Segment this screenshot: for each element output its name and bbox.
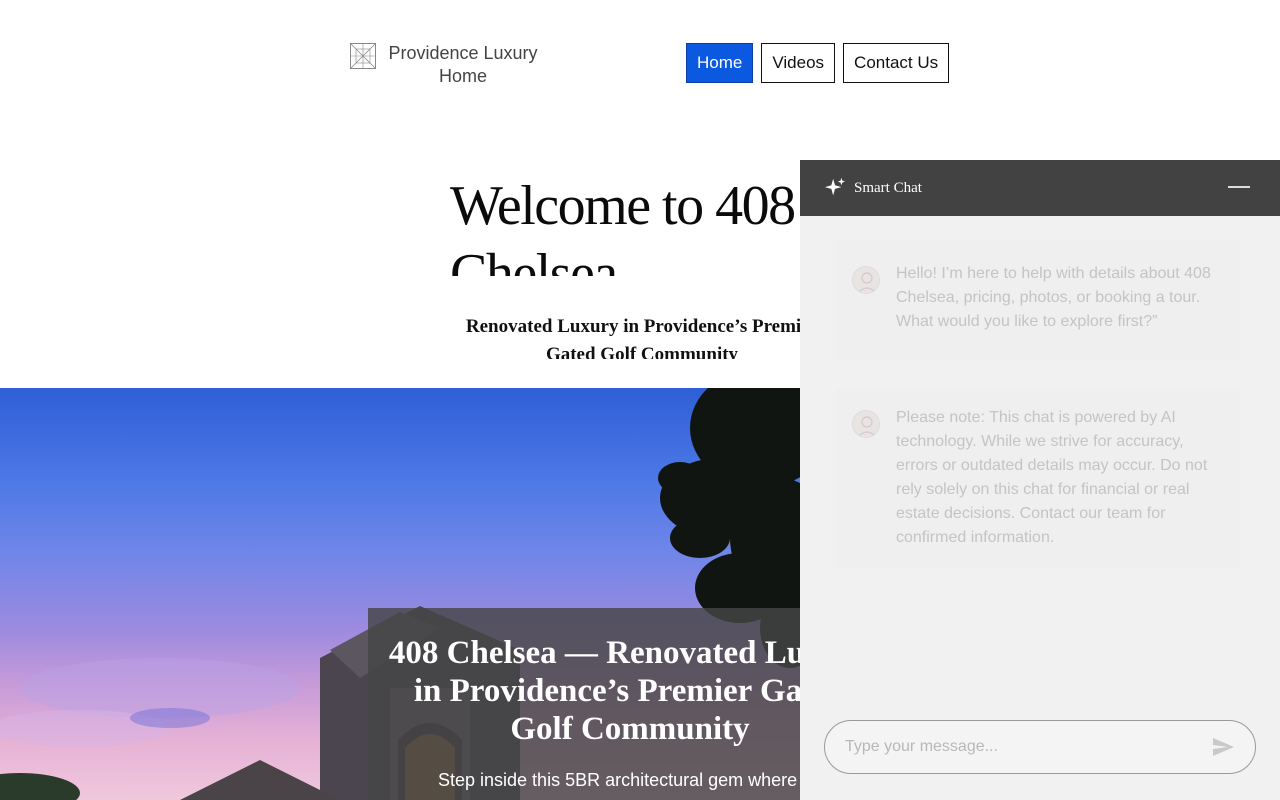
- chat-message-text: Hello! I’m here to help with details abo…: [896, 265, 1211, 330]
- nav-home-button[interactable]: Home: [686, 43, 754, 83]
- tagline: Renovated Luxury in Providence’s Premier…: [465, 316, 819, 359]
- nav-videos-button[interactable]: Videos: [761, 43, 836, 83]
- smart-chat-panel: Smart Chat Hello! I’m here to help with …: [800, 160, 1280, 800]
- site-header: Providence Luxury Home Home Videos Conta…: [0, 0, 1280, 125]
- main-nav: Home Videos Contact Us: [686, 43, 950, 83]
- assistant-avatar-icon: [852, 410, 880, 438]
- minimize-icon[interactable]: [1228, 186, 1250, 188]
- chat-message-text: Please note: This chat is powered by AI …: [896, 409, 1208, 546]
- chat-message-input[interactable]: [845, 738, 1211, 756]
- send-icon[interactable]: [1211, 735, 1235, 759]
- sparkle-icon: [824, 177, 846, 196]
- chat-header: Smart Chat: [800, 160, 1280, 216]
- assistant-avatar-icon: [852, 266, 880, 294]
- chat-message: Hello! I’m here to help with details abo…: [836, 262, 1240, 334]
- chat-title: Smart Chat: [854, 179, 922, 196]
- tagline-container: Renovated Luxury in Providence’s Premier…: [462, 313, 822, 359]
- chat-message: Please note: This chat is powered by AI …: [836, 406, 1240, 550]
- hero-overlay: 408 Chelsea — Renovated Luxury in Provid…: [368, 608, 871, 800]
- nav-contact-button[interactable]: Contact Us: [843, 43, 950, 83]
- chat-input-container: [824, 720, 1256, 774]
- brand-name[interactable]: Providence Luxury Home: [385, 42, 541, 88]
- logo-icon[interactable]: [350, 43, 376, 69]
